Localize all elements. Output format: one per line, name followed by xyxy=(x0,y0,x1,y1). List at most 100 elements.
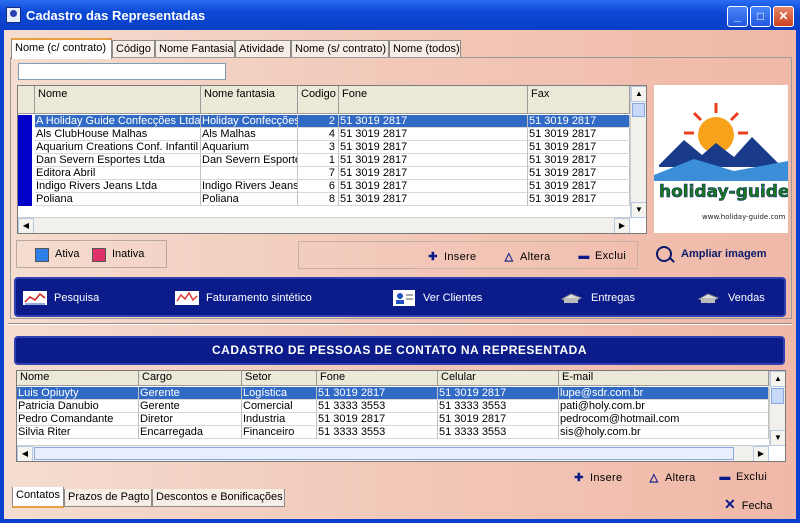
tab-nome-sem-contrato[interactable]: Nome (s/ contrato) xyxy=(291,40,389,58)
company-cell-nome-fantasia[interactable]: Poliana xyxy=(201,193,298,206)
contact-cell-email[interactable]: lupe@sdr.com.br xyxy=(559,387,769,400)
company-cell-fone[interactable]: 51 3019 2817 xyxy=(339,115,528,128)
company-cell-fax[interactable]: 51 3019 2817 xyxy=(528,115,630,128)
exclui-company-button[interactable]: ▬ Exclui xyxy=(577,250,626,262)
scroll-down-arrow-icon[interactable]: ▼ xyxy=(631,202,646,218)
horizontal-scroll-thumb[interactable] xyxy=(34,447,734,460)
contact-cell-nome[interactable]: Silvia Riter xyxy=(17,426,139,439)
contact-cell-nome[interactable]: Pedro Comandante xyxy=(17,413,139,426)
company-cell-nome[interactable]: Dan Severn Esportes Ltda xyxy=(35,154,201,167)
company-cell-codigo[interactable]: 2 xyxy=(298,115,339,128)
company-cell-nome-fantasia[interactable]: Aquarium xyxy=(201,141,298,154)
scroll-down-arrow-icon[interactable]: ▼ xyxy=(770,430,785,446)
contact-cell-setor[interactable]: Industria xyxy=(242,413,317,426)
company-cell-fax[interactable]: 51 3019 2817 xyxy=(528,154,630,167)
company-cell-nome-fantasia[interactable] xyxy=(201,167,298,180)
scroll-up-arrow-icon[interactable]: ▲ xyxy=(631,86,646,102)
scroll-right-arrow-icon[interactable]: ▶ xyxy=(753,446,769,461)
company-cell-nome[interactable]: A Holiday Guide Confecções Ltda. xyxy=(35,115,201,128)
tab-prazos-de-pagto[interactable]: Prazos de Pagto xyxy=(64,489,152,507)
tab-nome-todos[interactable]: Nome (todos) xyxy=(389,40,461,58)
contact-cell-celular[interactable]: 51 3019 2817 xyxy=(438,387,559,400)
insere-contact-button[interactable]: ✚ Insere xyxy=(572,471,622,484)
company-cell-fax[interactable]: 51 3019 2817 xyxy=(528,128,630,141)
scroll-right-arrow-icon[interactable]: ▶ xyxy=(614,218,630,233)
contact-cell-fone[interactable]: 51 3019 2817 xyxy=(317,413,438,426)
scroll-thumb[interactable] xyxy=(632,103,645,117)
title-bar[interactable]: Cadastro das Representadas _ □ ✕ xyxy=(0,0,800,30)
company-cell-fone[interactable]: 51 3019 2817 xyxy=(339,128,528,141)
contact-cell-setor[interactable]: Financeiro xyxy=(242,426,317,439)
minimize-button[interactable]: _ xyxy=(727,6,748,27)
company-cell-nome[interactable]: Aquarium Creations Conf. Infantil Ltda xyxy=(35,141,201,154)
vendas-button[interactable]: Vendas xyxy=(696,289,765,309)
contact-cell-celular[interactable]: 51 3019 2817 xyxy=(438,413,559,426)
column-header-fone[interactable]: Fone xyxy=(317,371,438,385)
company-cell-fone[interactable]: 51 3019 2817 xyxy=(339,154,528,167)
contact-cell-cargo[interactable]: Gerente xyxy=(139,387,242,400)
maximize-button[interactable]: □ xyxy=(750,6,771,27)
scroll-left-arrow-icon[interactable]: ◀ xyxy=(18,218,34,233)
company-cell-fone[interactable]: 51 3019 2817 xyxy=(339,180,528,193)
company-cell-codigo[interactable]: 6 xyxy=(298,180,339,193)
scroll-left-arrow-icon[interactable]: ◀ xyxy=(17,446,33,461)
company-cell-fone[interactable]: 51 3019 2817 xyxy=(339,141,528,154)
fecha-button[interactable]: ✕ Fecha xyxy=(724,496,772,513)
close-button[interactable]: ✕ xyxy=(773,6,794,27)
tab-atividade[interactable]: Atividade xyxy=(235,40,291,58)
exclui-contact-button[interactable]: ▬ Exclui xyxy=(718,471,767,483)
company-cell-codigo[interactable]: 4 xyxy=(298,128,339,141)
ampliar-imagem-button[interactable]: Ampliar imagem xyxy=(656,246,767,262)
company-cell-nome-fantasia[interactable]: Dan Severn Esportes xyxy=(201,154,298,167)
contacts-vertical-scrollbar[interactable]: ▲ ▼ xyxy=(769,371,785,446)
contact-cell-setor[interactable]: Logística xyxy=(242,387,317,400)
contacts-grid[interactable]: Nome Cargo Setor Fone Celular E-mail Lui… xyxy=(16,370,786,462)
contact-cell-cargo[interactable]: Diretor xyxy=(139,413,242,426)
column-header-email[interactable]: E-mail xyxy=(559,371,769,385)
contact-cell-cargo[interactable]: Encarregada xyxy=(139,426,242,439)
column-header-nome[interactable]: Nome xyxy=(35,86,201,113)
contact-cell-email[interactable]: sis@holy.com.br xyxy=(559,426,769,439)
contact-cell-nome[interactable]: Luis Opiuyty xyxy=(17,387,139,400)
contact-cell-cargo[interactable]: Gerente xyxy=(139,400,242,413)
companies-horizontal-scrollbar[interactable]: ◀ ▶ xyxy=(18,217,630,233)
tab-codigo[interactable]: Código xyxy=(112,40,155,58)
column-header-fone[interactable]: Fone xyxy=(339,86,528,113)
companies-vertical-scrollbar[interactable]: ▲ ▼ xyxy=(630,86,646,218)
company-cell-fax[interactable]: 51 3019 2817 xyxy=(528,141,630,154)
column-header-codigo[interactable]: Codigo xyxy=(298,86,339,113)
company-cell-nome[interactable]: Editora Abril xyxy=(35,167,201,180)
pesquisa-button[interactable]: Pesquisa xyxy=(22,289,99,309)
scroll-up-arrow-icon[interactable]: ▲ xyxy=(770,371,785,387)
search-input[interactable] xyxy=(18,63,226,80)
altera-company-button[interactable]: △ Altera xyxy=(502,250,551,263)
company-cell-fax[interactable]: 51 3019 2817 xyxy=(528,193,630,206)
contact-cell-email[interactable]: pati@holy.com.br xyxy=(559,400,769,413)
company-cell-codigo[interactable]: 8 xyxy=(298,193,339,206)
contact-cell-email[interactable]: pedrocom@hotmail.com xyxy=(559,413,769,426)
contact-cell-celular[interactable]: 51 3333 3553 xyxy=(438,400,559,413)
contact-cell-celular[interactable]: 51 3333 3553 xyxy=(438,426,559,439)
altera-contact-button[interactable]: △ Altera xyxy=(647,471,696,484)
tab-descontos-e-bonificacoes[interactable]: Descontos e Bonificações xyxy=(152,489,285,507)
contact-cell-nome[interactable]: Patricia Danubio xyxy=(17,400,139,413)
column-header-fax[interactable]: Fax xyxy=(528,86,630,113)
entregas-button[interactable]: Entregas xyxy=(559,289,635,309)
company-cell-nome-fantasia[interactable]: Als Malhas xyxy=(201,128,298,141)
contact-cell-fone[interactable]: 51 3019 2817 xyxy=(317,387,438,400)
company-cell-nome[interactable]: Poliana xyxy=(35,193,201,206)
company-cell-codigo[interactable]: 1 xyxy=(298,154,339,167)
column-header-nome[interactable]: Nome xyxy=(17,371,139,385)
column-header-nome-fantasia[interactable]: Nome fantasia xyxy=(201,86,298,113)
company-cell-nome-fantasia[interactable]: Holiday Confecções xyxy=(201,115,298,128)
faturamento-sintetico-button[interactable]: Faturamento sintético xyxy=(174,289,312,309)
company-cell-fone[interactable]: 51 3019 2817 xyxy=(339,193,528,206)
contact-cell-fone[interactable]: 51 3333 3553 xyxy=(317,426,438,439)
ver-clientes-button[interactable]: Ver Clientes xyxy=(391,289,482,309)
tab-nome-com-contrato[interactable]: Nome (c/ contrato) xyxy=(11,38,112,59)
contacts-horizontal-scrollbar[interactable]: ◀ ▶ xyxy=(17,445,769,461)
company-cell-nome-fantasia[interactable]: Indigo Rivers Jeans xyxy=(201,180,298,193)
company-cell-nome[interactable]: Indigo Rivers Jeans Ltda xyxy=(35,180,201,193)
tab-contatos[interactable]: Contatos xyxy=(12,487,64,508)
company-cell-fax[interactable]: 51 3019 2817 xyxy=(528,180,630,193)
